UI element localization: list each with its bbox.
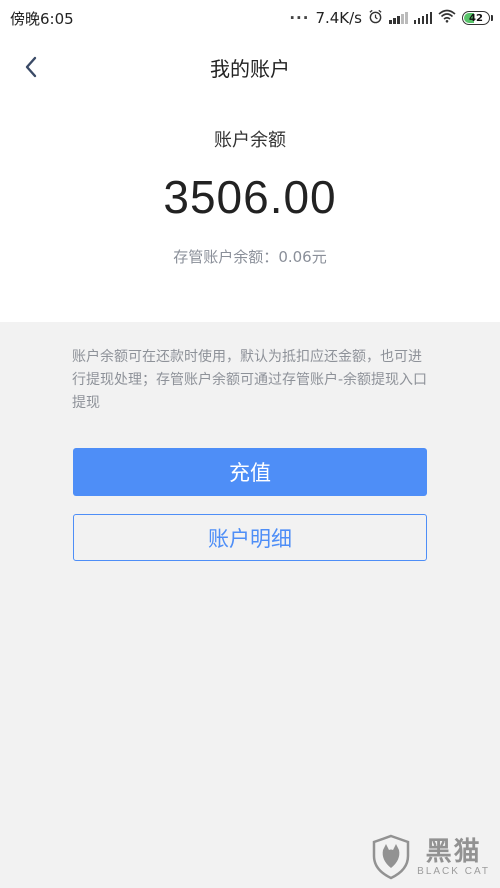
more-dots-icon: ···: [289, 9, 310, 27]
watermark-en: BLACK CAT: [417, 865, 490, 877]
custody-label: 存管账户余额: [173, 248, 264, 266]
status-right: ··· 7.4K/s 42: [289, 9, 493, 28]
status-time: 傍晚6:05: [10, 9, 74, 28]
custody-balance: 存管账户余额：0.06元: [0, 246, 500, 267]
balance-card: 账户余额 3506.00 存管账户余额：0.06元: [0, 98, 500, 322]
battery-icon: 42: [462, 11, 493, 25]
wifi-icon: [438, 9, 456, 27]
status-bar: 傍晚6:05 ··· 7.4K/s 42: [0, 0, 500, 36]
nav-bar: 我的账户: [0, 36, 500, 98]
balance-amount: 3506.00: [163, 171, 337, 223]
balance-notice: 账户余额可在还款时使用，默认为抵扣应还金额，也可进行提现处理；存管账户余额可通过…: [72, 349, 428, 411]
signal-icon: [413, 12, 432, 24]
custody-separator: ：: [263, 248, 279, 266]
watermark-text: 黑猫 BLACK CAT: [417, 838, 490, 877]
status-left: 傍晚6:05: [10, 8, 74, 29]
balance-label: 账户余额: [214, 130, 286, 151]
page-title: 我的账户: [210, 56, 290, 81]
account-detail-button[interactable]: 账户明细: [73, 514, 427, 561]
black-cat-watermark: 黑猫 BLACK CAT: [371, 834, 490, 880]
cat-shield-icon: [372, 834, 410, 880]
custody-value: 0.06元: [278, 248, 327, 266]
back-button[interactable]: [14, 50, 48, 84]
signal-icon: [389, 12, 408, 24]
watermark-cn: 黑猫: [425, 836, 482, 867]
chevron-left-icon: [25, 56, 37, 78]
recharge-button[interactable]: 充值: [73, 448, 427, 496]
battery-level: 42: [469, 12, 483, 24]
alarm-icon: [368, 9, 383, 28]
network-speed: 7.4K/s: [315, 9, 362, 27]
